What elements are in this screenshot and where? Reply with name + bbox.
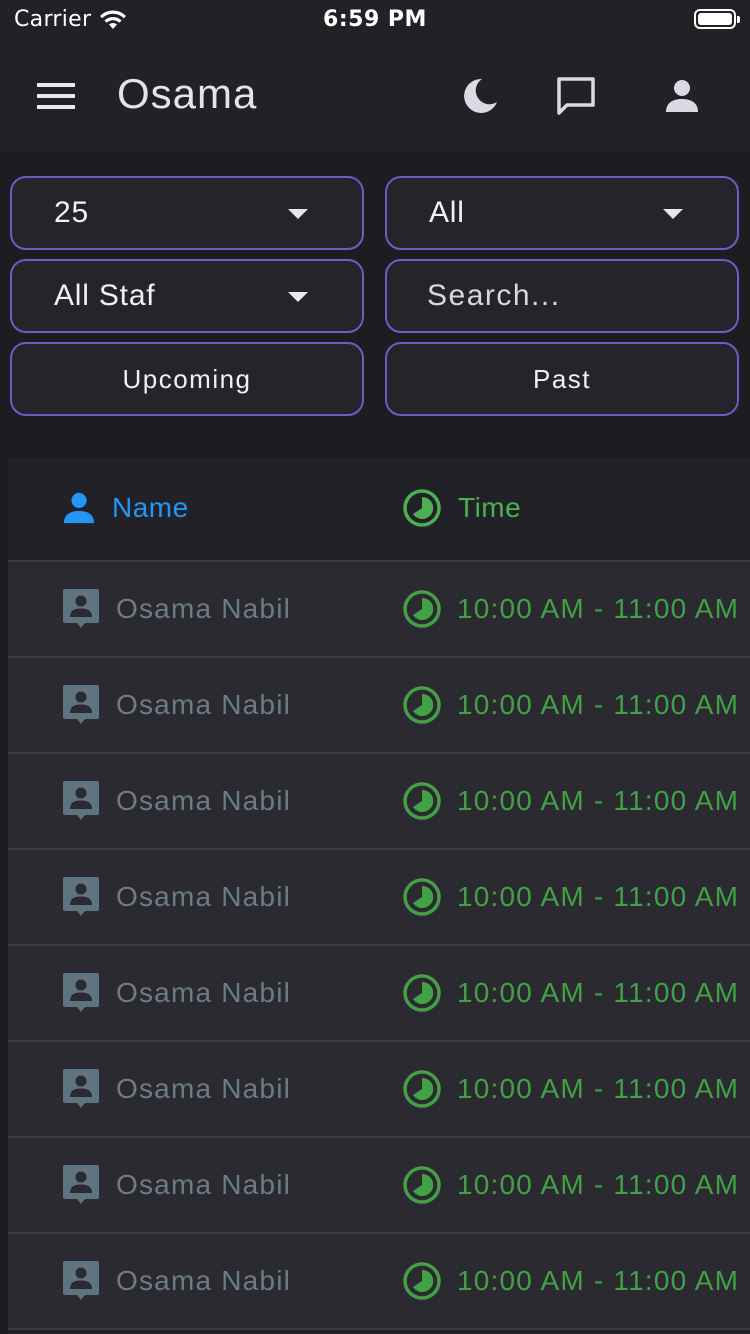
staff-select[interactable]: All Staf: [10, 259, 364, 333]
table-row[interactable]: Osama Nabil 10:00 AM - 11:00 AM: [8, 1138, 750, 1234]
name-cell: Osama Nabil: [62, 850, 291, 944]
search-input[interactable]: [427, 261, 721, 331]
name-cell: Osama Nabil: [62, 1234, 291, 1328]
appointments-screen: Carrier 6:59 PM Osama 25 All All Staf Se…: [0, 0, 750, 1334]
table-row[interactable]: Osama Nabil 10:00 AM - 11:00 AM: [8, 754, 750, 850]
person-icon: [63, 492, 95, 524]
attendee-name: Osama Nabil: [116, 689, 292, 720]
menu-button[interactable]: [24, 68, 88, 124]
attendee-name: Osama Nabil: [116, 977, 292, 1008]
messages-button[interactable]: [546, 66, 606, 126]
page-size-select[interactable]: 25: [10, 176, 364, 250]
name-cell: Osama Nabil: [62, 946, 291, 1040]
contact-card-icon: [63, 973, 99, 1012]
name-cell: Osama Nabil: [62, 1042, 291, 1136]
contact-card-icon: [63, 685, 99, 724]
menu-icon: [37, 83, 75, 109]
table-row[interactable]: Osama Nabil 10:00 AM - 11:00 AM: [8, 562, 750, 658]
table-header: Name Time: [8, 458, 750, 562]
clock-icon: [403, 974, 441, 1012]
table-row[interactable]: Osama Nabil 10:00 AM - 11:00 AM: [8, 1042, 750, 1138]
table-body: Osama Nabil 10:00 AM - 11:00 AM Osama Na…: [8, 562, 750, 1330]
clock-icon: [403, 1262, 441, 1300]
column-header-name[interactable]: Name: [62, 486, 189, 530]
appointment-time: 10:00 AM - 11:00 AM: [457, 785, 740, 816]
staff-value: All Staf: [54, 279, 156, 312]
clock-icon: [403, 590, 441, 628]
status-time: 6:59 PM: [323, 7, 427, 32]
battery-icon: [694, 9, 740, 29]
clock-icon: [403, 1070, 441, 1108]
contact-card-icon: [63, 589, 99, 628]
past-button[interactable]: Past: [385, 342, 739, 416]
table-row[interactable]: Osama Nabil 10:00 AM - 11:00 AM: [8, 946, 750, 1042]
attendee-name: Osama Nabil: [116, 1265, 292, 1296]
appointment-time: 10:00 AM - 11:00 AM: [457, 1169, 740, 1200]
chevron-down-icon: [663, 209, 683, 219]
appointment-time: 10:00 AM - 11:00 AM: [457, 881, 740, 912]
contact-card-icon: [63, 877, 99, 916]
table-row[interactable]: Osama Nabil 10:00 AM - 11:00 AM: [8, 658, 750, 754]
chevron-down-icon: [288, 292, 308, 302]
appointment-time: 10:00 AM - 11:00 AM: [457, 1073, 740, 1104]
status-bar: Carrier 6:59 PM: [0, 0, 750, 40]
moon-icon: [464, 78, 497, 113]
time-cell: 10:00 AM - 11:00 AM: [402, 658, 739, 752]
page-size-value: 25: [54, 196, 89, 229]
time-cell: 10:00 AM - 11:00 AM: [402, 1042, 739, 1136]
table-row[interactable]: Osama Nabil 10:00 AM - 11:00 AM: [8, 1234, 750, 1330]
time-cell: 10:00 AM - 11:00 AM: [402, 754, 739, 848]
appointment-time: 10:00 AM - 11:00 AM: [457, 1265, 740, 1296]
upcoming-button[interactable]: Upcoming: [10, 342, 364, 416]
name-cell: Osama Nabil: [62, 754, 291, 848]
chevron-down-icon: [288, 209, 308, 219]
contact-card-icon: [63, 1165, 99, 1204]
time-cell: 10:00 AM - 11:00 AM: [402, 850, 739, 944]
contact-card-icon: [63, 1261, 99, 1300]
page-title: Osama: [117, 70, 258, 117]
appointment-time: 10:00 AM - 11:00 AM: [457, 689, 740, 720]
table-row[interactable]: Osama Nabil 10:00 AM - 11:00 AM: [8, 850, 750, 946]
attendee-name: Osama Nabil: [116, 881, 292, 912]
category-select[interactable]: All: [385, 176, 739, 250]
appointment-time: 10:00 AM - 11:00 AM: [457, 593, 740, 624]
time-cell: 10:00 AM - 11:00 AM: [402, 562, 739, 656]
chat-icon: [557, 77, 595, 115]
column-header-time[interactable]: Time: [402, 486, 521, 530]
theme-toggle-button[interactable]: [450, 66, 510, 126]
name-cell: Osama Nabil: [62, 658, 291, 752]
time-cell: 10:00 AM - 11:00 AM: [402, 946, 739, 1040]
time-cell: 10:00 AM - 11:00 AM: [402, 1138, 739, 1232]
profile-button[interactable]: [652, 66, 712, 126]
clock-icon: [403, 878, 441, 916]
app-bar: Osama: [0, 40, 750, 152]
name-cell: Osama Nabil: [62, 1138, 291, 1232]
name-cell: Osama Nabil: [62, 562, 291, 656]
search-field[interactable]: [385, 259, 739, 333]
attendee-name: Osama Nabil: [116, 593, 292, 624]
column-header-name-label: Name: [112, 492, 189, 523]
person-icon: [666, 80, 698, 112]
category-value: All: [429, 196, 465, 229]
column-header-time-label: Time: [458, 492, 522, 523]
clock-icon: [403, 782, 441, 820]
clock-icon: [403, 686, 441, 724]
contact-card-icon: [63, 781, 99, 820]
appointment-time: 10:00 AM - 11:00 AM: [457, 977, 740, 1008]
appointments-table: Name Time Osama Nabil 10:00 AM - 11:00 A…: [8, 458, 750, 1334]
attendee-name: Osama Nabil: [116, 1073, 292, 1104]
attendee-name: Osama Nabil: [116, 1169, 292, 1200]
clock-icon: [403, 1166, 441, 1204]
attendee-name: Osama Nabil: [116, 785, 292, 816]
time-cell: 10:00 AM - 11:00 AM: [402, 1234, 739, 1328]
contact-card-icon: [63, 1069, 99, 1108]
clock-icon: [403, 489, 441, 527]
